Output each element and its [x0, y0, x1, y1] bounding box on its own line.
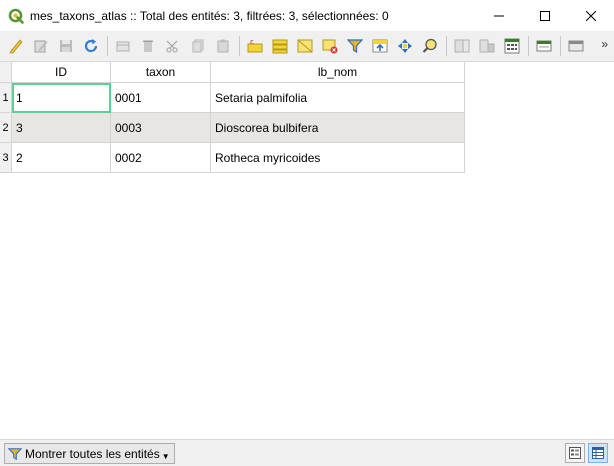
field-calculator-button[interactable]: [500, 34, 524, 58]
minimize-icon: [494, 15, 504, 16]
actions-button[interactable]: [564, 34, 588, 58]
select-all-icon: [272, 39, 288, 54]
filter-label: Montrer toutes les entités: [25, 446, 160, 461]
conditional-formatting-button[interactable]: [532, 34, 556, 58]
filter-button[interactable]: [343, 34, 367, 58]
pan-to-selection-icon: [398, 39, 412, 53]
cell-id[interactable]: 2: [12, 143, 111, 173]
form-view-button[interactable]: [565, 443, 585, 463]
add-feature-icon: [116, 41, 130, 52]
deselect-icon: [322, 39, 338, 54]
table-view-button[interactable]: [588, 443, 608, 463]
toolbar-separator: [446, 36, 447, 56]
table-row: 3 2 0002 Rotheca myricoides: [0, 143, 465, 173]
multi-edit-icon: [34, 40, 48, 53]
delete-field-icon: [479, 39, 495, 53]
attribute-table: ID taxon lb_nom 1 1 0001 Setaria palmifo…: [0, 61, 614, 439]
filter-icon: [347, 39, 363, 54]
invert-selection-icon: [297, 39, 313, 53]
row-header[interactable]: 2: [0, 113, 12, 143]
add-feature-button[interactable]: [111, 34, 135, 58]
paste-button[interactable]: [211, 34, 235, 58]
delete-feature-button[interactable]: [136, 34, 160, 58]
toolbar-separator: [107, 36, 108, 56]
delete-feature-icon: [143, 40, 153, 52]
window-title: mes_taxons_atlas :: Total des entités: 3…: [30, 8, 389, 23]
table-row: 1 1 0001 Setaria palmifolia: [0, 83, 465, 113]
status-bar: Montrer toutes les entités ▼: [0, 439, 614, 466]
table-corner[interactable]: [0, 62, 12, 83]
field-calculator-icon: [504, 38, 520, 54]
cell-taxon[interactable]: 0001: [111, 83, 211, 113]
row-header[interactable]: 1: [0, 83, 12, 113]
edit-pencil-icon: [9, 39, 23, 54]
row-header[interactable]: 3: [0, 143, 12, 173]
move-selection-top-icon: [372, 39, 388, 53]
copy-icon: [192, 39, 204, 53]
column-header-lb-nom[interactable]: lb_nom: [211, 62, 465, 83]
conditional-formatting-icon: [536, 40, 552, 52]
select-by-expression-icon: ε: [247, 38, 263, 53]
pan-to-selection-button[interactable]: [393, 34, 417, 58]
cell-id[interactable]: 1: [12, 83, 111, 113]
paste-icon: [217, 39, 229, 53]
cell-lb-nom[interactable]: Dioscorea bulbifera: [211, 113, 465, 143]
actions-icon: [568, 40, 584, 52]
chevron-down-icon: ▼: [161, 452, 170, 461]
cell-lb-nom[interactable]: Setaria palmifolia: [211, 83, 465, 113]
column-header-id[interactable]: ID: [12, 62, 111, 83]
form-view-icon: [569, 447, 581, 459]
table-row: 2 3 0003 Dioscorea bulbifera: [0, 113, 465, 143]
cell-taxon[interactable]: 0002: [111, 143, 211, 173]
maximize-icon: [540, 10, 550, 21]
move-selection-top-button[interactable]: [368, 34, 392, 58]
column-header-row: ID taxon lb_nom: [0, 62, 465, 83]
toolbar: ε »: [0, 31, 614, 61]
window-controls: [476, 0, 614, 31]
multi-edit-button[interactable]: [29, 34, 53, 58]
attribute-table-window: mes_taxons_atlas :: Total des entités: 3…: [0, 0, 614, 466]
reload-button[interactable]: [79, 34, 103, 58]
cell-taxon[interactable]: 0003: [111, 113, 211, 143]
column-header-taxon[interactable]: taxon: [111, 62, 211, 83]
deselect-all-button[interactable]: [318, 34, 342, 58]
table-view-icon: [592, 447, 604, 459]
new-field-button[interactable]: [450, 34, 474, 58]
cell-id[interactable]: 3: [12, 113, 111, 143]
qgis-logo-icon: [8, 8, 24, 24]
title-bar: mes_taxons_atlas :: Total des entités: 3…: [0, 0, 614, 31]
save-edits-button[interactable]: [54, 34, 78, 58]
toolbar-separator: [239, 36, 240, 56]
cut-button[interactable]: [161, 34, 185, 58]
svg-text:ε: ε: [250, 38, 254, 46]
minimize-button[interactable]: [476, 0, 522, 31]
toggle-editing-button[interactable]: [4, 34, 28, 58]
table-grid: ID taxon lb_nom 1 1 0001 Setaria palmifo…: [0, 62, 465, 173]
toolbar-separator: [528, 36, 529, 56]
zoom-to-selection-button[interactable]: [418, 34, 442, 58]
toolbar-separator: [560, 36, 561, 56]
filter-icon: [8, 447, 22, 460]
invert-selection-button[interactable]: [293, 34, 317, 58]
cut-icon: [166, 40, 178, 53]
select-by-expression-button[interactable]: ε: [243, 34, 267, 58]
new-field-icon: [454, 39, 470, 53]
close-button[interactable]: [568, 0, 614, 31]
toolbar-overflow-button[interactable]: »: [601, 37, 608, 51]
show-all-features-dropdown[interactable]: Montrer toutes les entités ▼: [4, 443, 175, 464]
save-icon: [60, 40, 72, 52]
copy-button[interactable]: [186, 34, 210, 58]
select-all-button[interactable]: [268, 34, 292, 58]
cell-lb-nom[interactable]: Rotheca myricoides: [211, 143, 465, 173]
view-switcher: [562, 443, 608, 463]
reload-icon: [84, 39, 98, 53]
maximize-button[interactable]: [522, 0, 568, 31]
delete-field-button[interactable]: [475, 34, 499, 58]
close-icon: [586, 10, 596, 21]
zoom-to-selection-icon: [422, 38, 437, 53]
